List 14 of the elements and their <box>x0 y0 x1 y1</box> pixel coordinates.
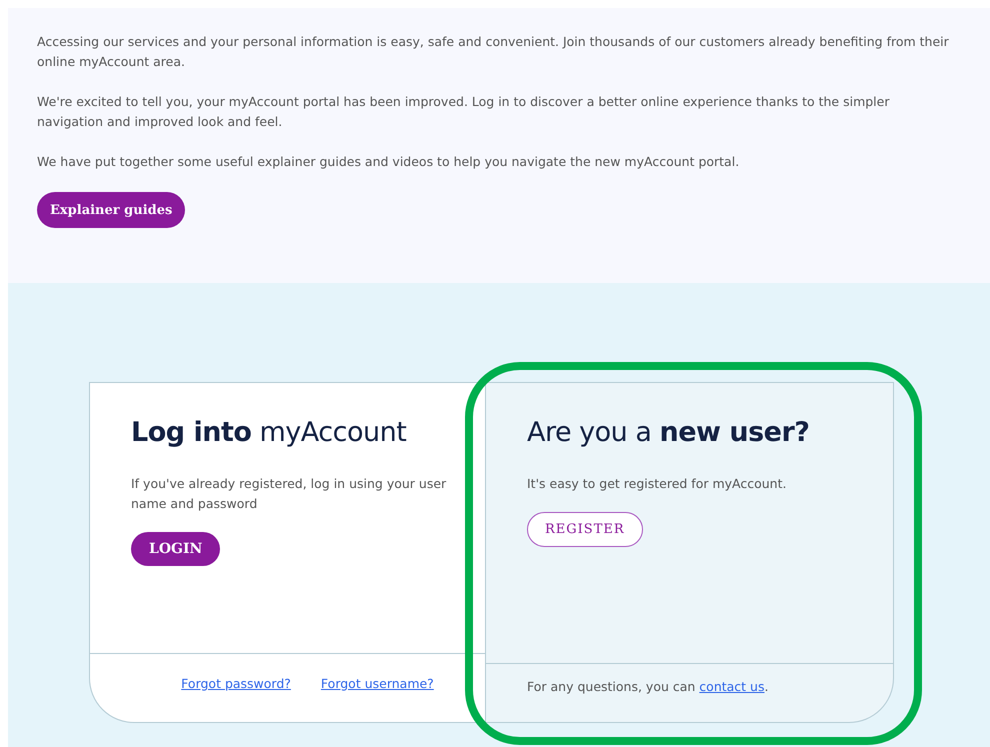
forgot-link[interactable]: Forgot password? <box>181 676 291 690</box>
contact-link[interactable]: contact us <box>699 678 764 694</box>
intro-paragraph: Accessing our services and your personal information is easy, safe and convenient. Join thousands of our customers already benefiting from their online myAccount area. <box>37 33 950 71</box>
login-button[interactable]: LOGIN <box>131 532 220 566</box>
card-title: Log into myAccount <box>131 417 408 448</box>
forgot-link[interactable]: Forgot username? <box>320 676 434 690</box>
card-text: It's easy to get registered for myAccount. <box>527 475 788 493</box>
register-button[interactable]: REGISTER <box>527 512 643 547</box>
contact-sentence: For any questions, you can contact us. <box>527 678 768 694</box>
intro-paragraph: We have put together some useful explainer guides and videos to help you navigate the new myAccount portal. <box>37 153 740 171</box>
card-text: If you've already registered, log in using your user name and password <box>131 475 448 513</box>
card-title: Are you a new user? <box>527 417 810 448</box>
intro-paragraph: We're excited to tell you, your myAccount portal has been improved. Log in to discover a better online experience thanks to the simpler navigation and improved look and feel. <box>37 93 890 131</box>
explainer-guides-button[interactable]: Explainer guides <box>37 192 186 228</box>
